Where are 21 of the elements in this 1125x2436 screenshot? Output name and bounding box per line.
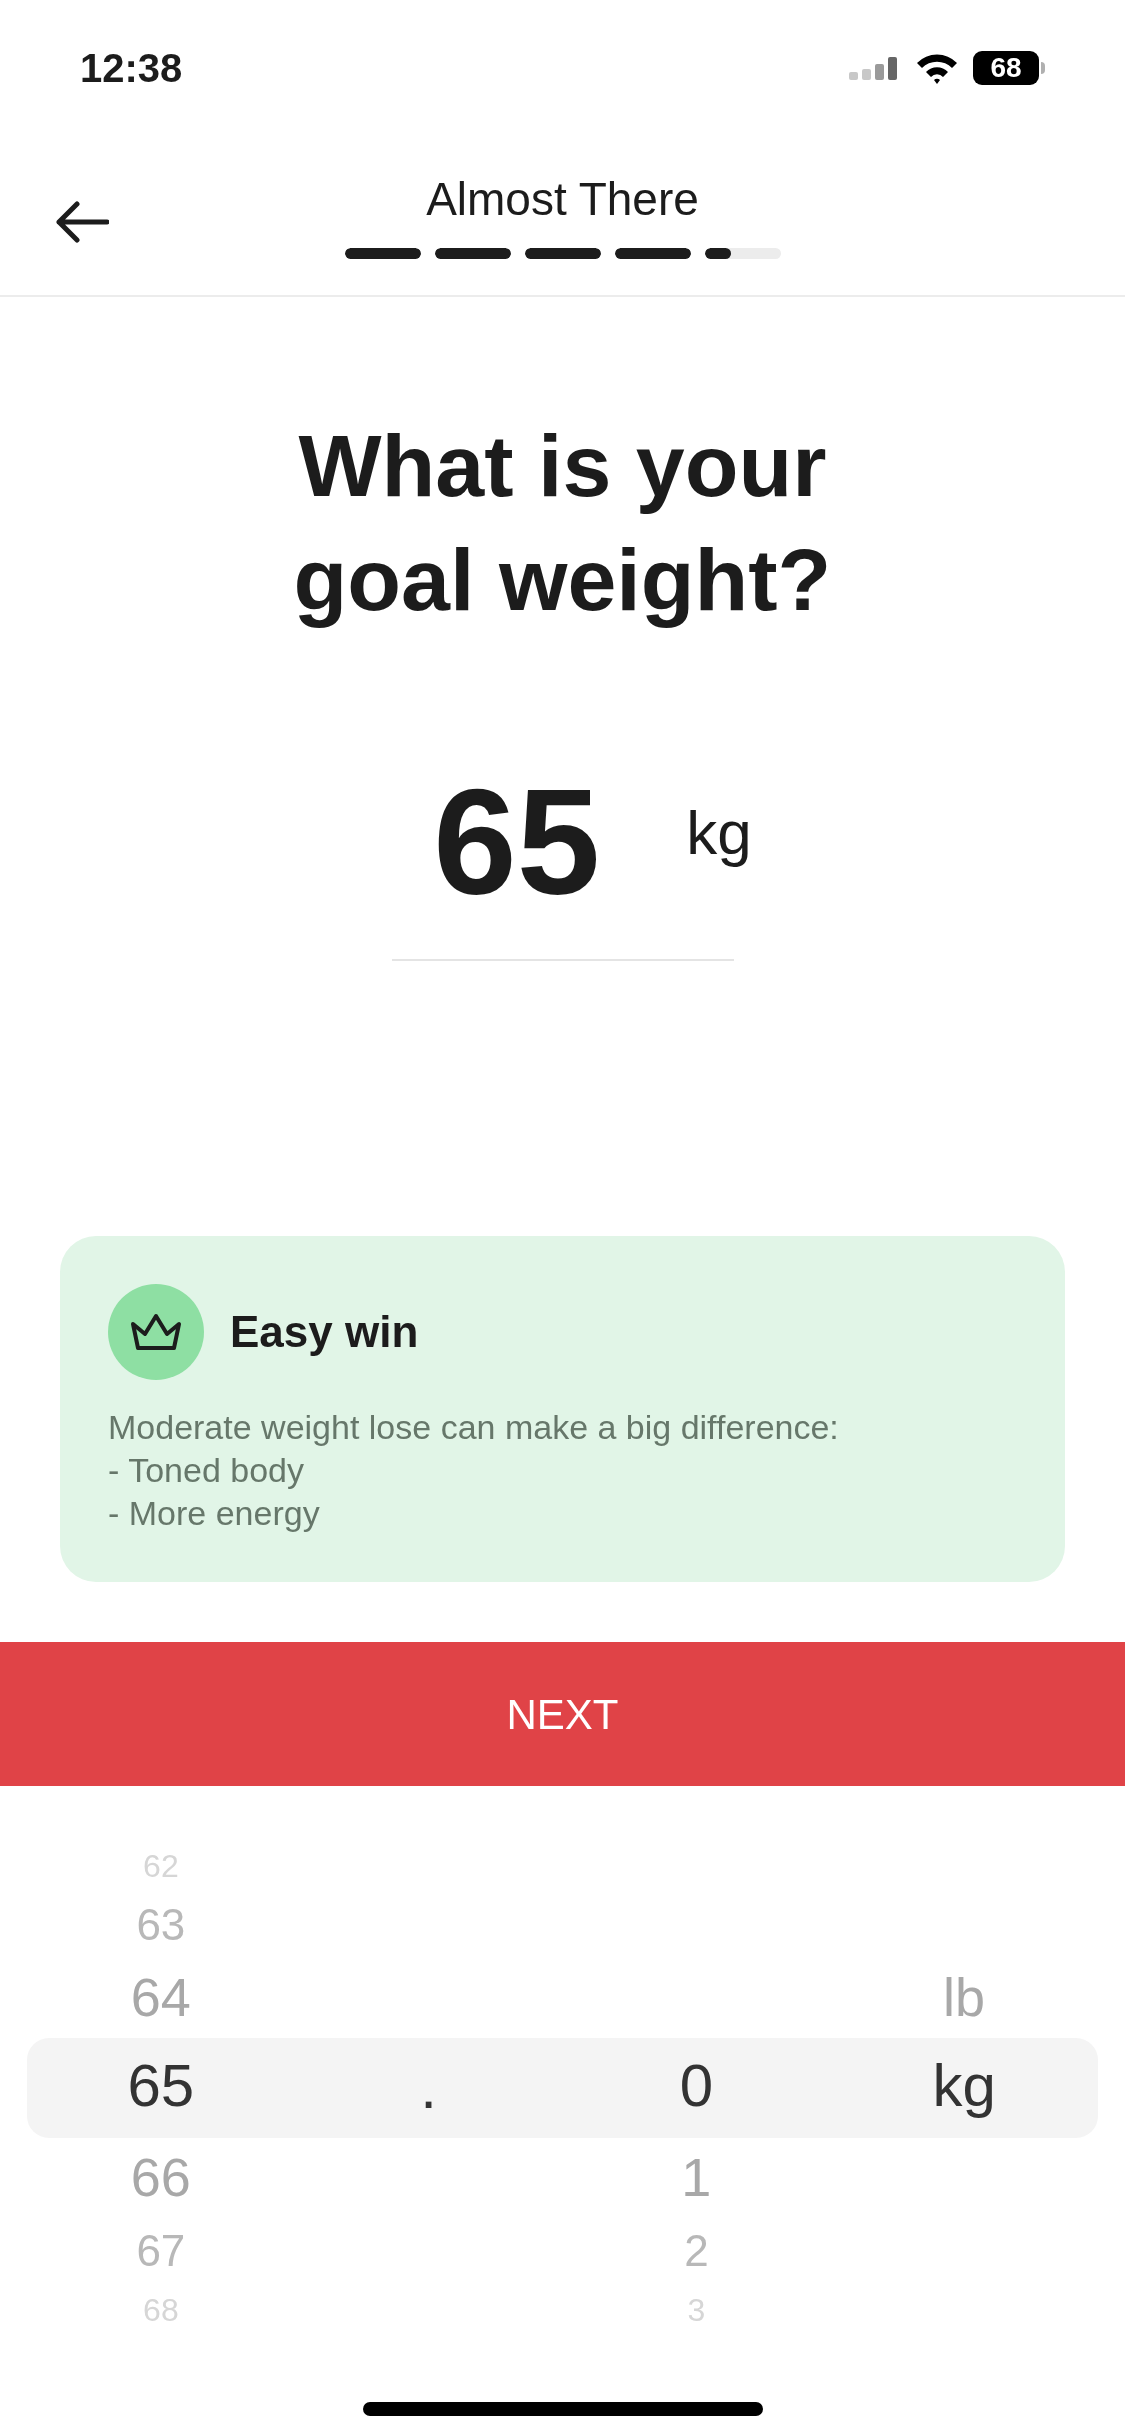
picker-option[interactable]: kg	[932, 2056, 996, 2116]
weight-value: 65	[433, 767, 601, 917]
header-title: Almost There	[426, 176, 699, 222]
picker-option[interactable]: 66	[130, 2150, 191, 2204]
picker-option[interactable]: 1	[681, 2150, 712, 2204]
picker-option[interactable]: 2	[684, 2229, 709, 2273]
status-time: 12:38	[80, 45, 183, 92]
question-title: What is your goal weight?	[292, 415, 833, 631]
next-button[interactable]: NEXT	[0, 1642, 1125, 1786]
picker-option[interactable]: 67	[136, 2229, 186, 2273]
tip-title: Easy win	[230, 1306, 419, 1358]
weight-unit: kg	[686, 796, 752, 869]
decimal-separator: .	[420, 2053, 437, 2123]
picker-option[interactable]: 64	[130, 1970, 191, 2024]
picker-option[interactable]: 0	[679, 2056, 714, 2116]
picker-option[interactable]: 65	[127, 2056, 195, 2116]
picker-option[interactable]: 63	[136, 1903, 186, 1947]
picker-option[interactable]: lb	[943, 1970, 986, 2024]
tip-text: Moderate weight lose can make a big difference: - Toned body - More energy	[108, 1407, 840, 1534]
back-arrow-icon	[55, 200, 109, 244]
battery-level: 68	[990, 54, 1022, 82]
